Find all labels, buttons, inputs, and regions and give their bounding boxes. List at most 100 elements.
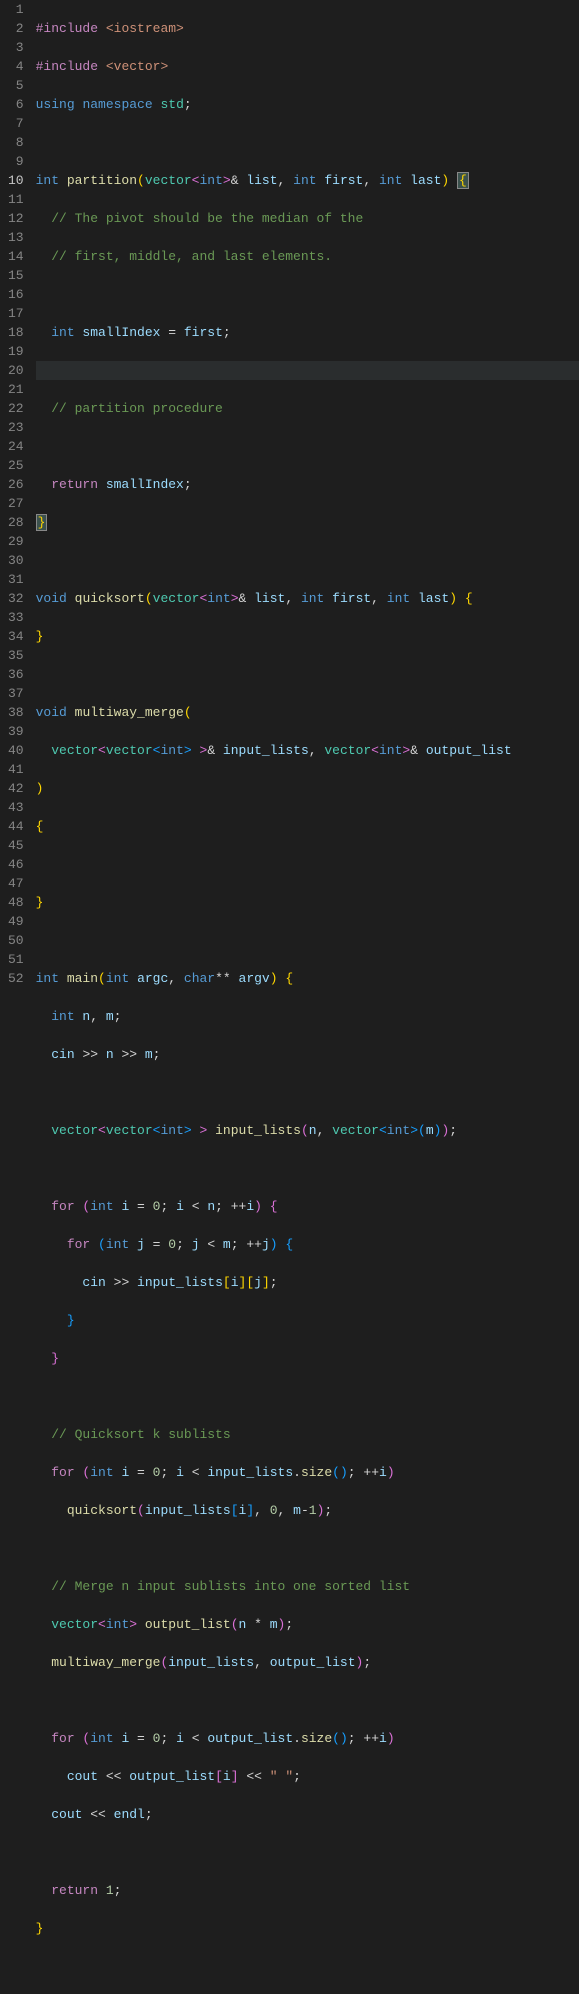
line-number: 28 xyxy=(8,513,24,532)
variable: m xyxy=(137,1047,153,1062)
code-line xyxy=(36,1539,579,1558)
variable: i xyxy=(239,1503,247,1518)
code-line: #include <iostream> xyxy=(36,19,579,38)
code-line xyxy=(36,1691,579,1710)
code-line: // Merge n input sublists into one sorte… xyxy=(36,1577,579,1596)
type: int xyxy=(199,173,222,188)
code-line: } xyxy=(36,1919,579,1938)
paren: ( xyxy=(418,1123,426,1138)
line-number: 29 xyxy=(8,532,24,551)
space xyxy=(145,1465,153,1480)
paren: ) xyxy=(441,173,449,188)
angle: < xyxy=(98,1123,106,1138)
op: = xyxy=(137,1199,145,1214)
paren: ( xyxy=(75,1465,91,1480)
line-number: 32 xyxy=(8,589,24,608)
code-line: for (int i = 0; i < input_lists.size(); … xyxy=(36,1463,579,1482)
code-line xyxy=(36,437,579,456)
code-line xyxy=(36,1159,579,1178)
code-line: vector<vector<int> > input_lists(n, vect… xyxy=(36,1121,579,1140)
variable: i xyxy=(176,1731,192,1746)
code-line: // first, middle, and last elements. xyxy=(36,247,579,266)
paren: ) xyxy=(449,591,457,606)
op: = xyxy=(137,1465,145,1480)
code-line: vector<int> output_list(n * m); xyxy=(36,1615,579,1634)
param: output_list xyxy=(418,743,512,758)
brace: { xyxy=(457,591,473,606)
code-line: return smallIndex; xyxy=(36,475,579,494)
param: list xyxy=(246,591,285,606)
op: < xyxy=(192,1199,200,1214)
paren: ( xyxy=(332,1731,340,1746)
type: int xyxy=(293,173,316,188)
line-number: 15 xyxy=(8,266,24,285)
code-line: } xyxy=(36,893,579,912)
punct: , xyxy=(363,173,379,188)
space xyxy=(98,1883,106,1898)
variable: m xyxy=(262,1617,278,1632)
line-number: 3 xyxy=(8,38,24,57)
variable: i xyxy=(231,1275,239,1290)
bracket: [ xyxy=(231,1503,239,1518)
type: vector xyxy=(51,743,98,758)
include-path: <iostream> xyxy=(106,21,184,36)
variable: i xyxy=(176,1199,192,1214)
variable: n xyxy=(239,1617,255,1632)
code-line-current xyxy=(36,361,579,380)
line-number: 21 xyxy=(8,380,24,399)
line-number: 19 xyxy=(8,342,24,361)
variable: j xyxy=(262,1237,270,1252)
bracket: ] xyxy=(262,1275,270,1290)
brace: } xyxy=(36,1921,44,1936)
function-call: output_list xyxy=(137,1617,231,1632)
paren: ) xyxy=(441,1123,449,1138)
punct: . xyxy=(293,1465,301,1480)
code-line: // Quicksort k sublists xyxy=(36,1425,579,1444)
paren: ( xyxy=(75,1199,91,1214)
line-number: 16 xyxy=(8,285,24,304)
paren: ( xyxy=(145,591,153,606)
brace: { xyxy=(278,971,294,986)
brace: } xyxy=(51,1351,59,1366)
paren: ) xyxy=(356,1655,364,1670)
punct: ; xyxy=(215,1199,231,1214)
line-number: 18 xyxy=(8,323,24,342)
punct: ; xyxy=(153,1047,161,1062)
angle: < xyxy=(98,743,106,758)
bracket: [ xyxy=(223,1275,231,1290)
punct: ; xyxy=(114,1009,122,1024)
method: size xyxy=(301,1731,332,1746)
code-line: for (int i = 0; i < output_list.size(); … xyxy=(36,1729,579,1748)
keyword: return xyxy=(51,477,98,492)
variable: i xyxy=(246,1199,254,1214)
paren: ) xyxy=(254,1199,262,1214)
angle: > xyxy=(184,1123,192,1138)
code-line: cout << output_list[i] << " "; xyxy=(36,1767,579,1786)
code-line xyxy=(36,1843,579,1862)
code-line: // partition procedure xyxy=(36,399,579,418)
function-name: main xyxy=(67,971,98,986)
variable: output_list xyxy=(270,1655,356,1670)
code-line: } xyxy=(36,1349,579,1368)
punct: , xyxy=(371,591,387,606)
angle: > xyxy=(129,1617,137,1632)
line-number: 41 xyxy=(8,760,24,779)
line-number: 45 xyxy=(8,836,24,855)
code-line: } xyxy=(36,627,579,646)
line-number: 22 xyxy=(8,399,24,418)
variable: i xyxy=(114,1731,137,1746)
variable: n xyxy=(75,1009,91,1024)
variable: cin xyxy=(82,1275,113,1290)
variable: smallIndex xyxy=(75,325,169,340)
punct: , xyxy=(254,1655,270,1670)
line-number: 47 xyxy=(8,874,24,893)
punct: , xyxy=(168,971,184,986)
code-line: void quicksort(vector<int>& list, int fi… xyxy=(36,589,579,608)
op: ++ xyxy=(246,1237,262,1252)
paren: ) xyxy=(340,1465,348,1480)
punct: ; xyxy=(114,1883,122,1898)
code-line: { xyxy=(36,817,579,836)
paren: ) xyxy=(270,1237,278,1252)
bracket: [ xyxy=(215,1769,223,1784)
method: size xyxy=(301,1465,332,1480)
